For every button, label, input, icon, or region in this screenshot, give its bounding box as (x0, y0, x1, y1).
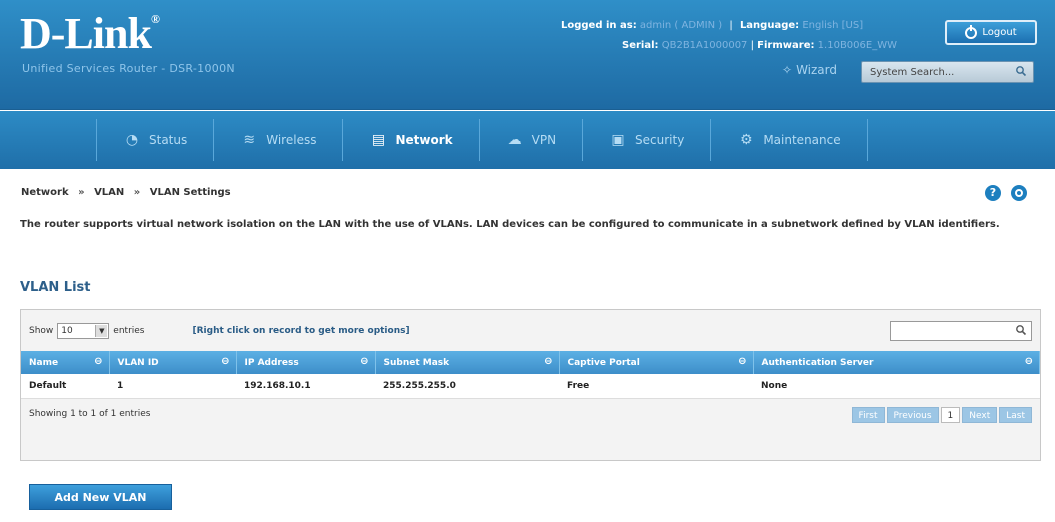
column-header-name[interactable]: Name ⊖ (21, 351, 110, 374)
power-icon (965, 24, 978, 39)
cell-authentication-server: None (753, 374, 1040, 399)
column-header-vlan-id[interactable]: VLAN ID ⊖ (109, 351, 237, 374)
add-new-vlan-button[interactable]: Add New VLAN (29, 484, 172, 510)
pagination: First Previous 1 Next Last (851, 406, 1032, 423)
vlan-table: Name ⊖ VLAN ID ⊖ IP Address ⊖ Subnet Mask ⊖ … (21, 351, 1040, 399)
column-header-captive-portal[interactable]: Captive Portal ⊖ (559, 351, 754, 374)
gear-icon: ⚙ (740, 132, 753, 148)
sort-icon: ⊖ (94, 356, 103, 367)
table-header-row: Name ⊖ VLAN ID ⊖ IP Address ⊖ Subnet Mask ⊖ … (21, 351, 1040, 374)
breadcrumb-vlan[interactable]: VLAN (94, 187, 124, 198)
cell-name: Default (21, 374, 109, 399)
breadcrumb: Network » VLAN » VLAN Settings (21, 187, 231, 198)
device-info: Serial: QB2B1A1000007 | Firmware: 1.10B0… (622, 40, 897, 51)
cell-vlan-id: 1 (109, 374, 236, 399)
grid-footer: Showing 1 to 1 of 1 entries First Previo… (21, 399, 1040, 433)
grid-search-input[interactable] (890, 321, 1032, 341)
help-icon[interactable]: ? (985, 185, 1001, 201)
header: D-Link® Unified Services Router - DSR-10… (0, 0, 1055, 110)
section-title: VLAN List (20, 280, 91, 295)
chevron-down-icon: ▼ (95, 324, 108, 337)
power-icon[interactable] (1011, 185, 1027, 201)
cell-captive-portal: Free (559, 374, 753, 399)
pager-next-button[interactable]: Next (962, 406, 998, 423)
sort-icon: ⊖ (738, 356, 747, 367)
search-icon (1016, 325, 1027, 336)
nav-maintenance[interactable]: ⚙ Maintenance (711, 119, 868, 161)
nav-security[interactable]: ▣ Security (583, 119, 712, 161)
pager-current-page[interactable]: 1 (940, 406, 961, 423)
pager-previous-button[interactable]: Previous (886, 406, 939, 423)
column-header-ip-address[interactable]: IP Address ⊖ (236, 351, 376, 374)
vlan-grid: Show 10 ▼ entries [Right click on record… (20, 309, 1041, 461)
cloud-icon: ☁ (507, 132, 522, 148)
table-row[interactable]: Default 1 192.168.10.1 255.255.255.0 Fre… (21, 374, 1040, 399)
product-tagline: Unified Services Router - DSR-1000N (22, 62, 235, 75)
right-click-hint: [Right click on record to get more optio… (192, 325, 410, 336)
sort-icon: ⊖ (221, 356, 230, 367)
column-header-authentication-server[interactable]: Authentication Server ⊖ (753, 351, 1040, 374)
breadcrumb-vlan-settings: VLAN Settings (149, 187, 231, 198)
sort-icon: ⊖ (360, 356, 369, 367)
nav-wireless[interactable]: ≋ Wireless (214, 119, 344, 161)
language-link[interactable]: English [US] (802, 20, 863, 31)
wizard-wand-icon: ✧ (782, 63, 793, 77)
network-icon: ▤ (371, 132, 386, 148)
wizard-link[interactable]: ✧ Wizard (782, 63, 837, 77)
entries-select[interactable]: 10 ▼ (57, 322, 110, 339)
cell-ip-address: 192.168.10.1 (236, 374, 375, 399)
main-nav: ◔ Status ≋ Wireless ▤ Network ☁ VPN ▣ Se… (0, 111, 1055, 169)
main-content: Network » VLAN » VLAN Settings ? The rou… (0, 170, 1055, 522)
lock-icon: ▣ (611, 132, 625, 148)
nav-vpn[interactable]: ☁ VPN (480, 119, 584, 161)
nav-status[interactable]: ◔ Status (96, 119, 215, 161)
pager-first-button[interactable]: First (851, 406, 885, 423)
grid-toolbar: Show 10 ▼ entries [Right click on record… (21, 310, 1040, 351)
page-description: The router supports virtual network isol… (20, 219, 1000, 230)
logout-button[interactable]: Logout (945, 20, 1037, 45)
cell-subnet-mask: 255.255.255.0 (375, 374, 559, 399)
logged-in-user: admin ( ADMIN ) (639, 20, 723, 31)
login-info: Logged in as: admin ( ADMIN ) | Language… (561, 20, 864, 31)
breadcrumb-network[interactable]: Network (21, 187, 69, 198)
dashboard-icon: ◔ (125, 132, 139, 148)
sort-icon: ⊖ (1024, 356, 1033, 367)
column-header-subnet-mask[interactable]: Subnet Mask ⊖ (375, 351, 560, 374)
brand-logo: D-Link® (20, 9, 160, 58)
search-icon (1016, 66, 1027, 77)
sort-icon: ⊖ (544, 356, 553, 367)
pager-last-button[interactable]: Last (999, 406, 1032, 423)
wifi-icon: ≋ (243, 132, 256, 148)
system-search-input[interactable]: System Search... (861, 61, 1034, 83)
nav-network[interactable]: ▤ Network (343, 119, 480, 161)
entries-summary: Showing 1 to 1 of 1 entries (29, 408, 151, 419)
